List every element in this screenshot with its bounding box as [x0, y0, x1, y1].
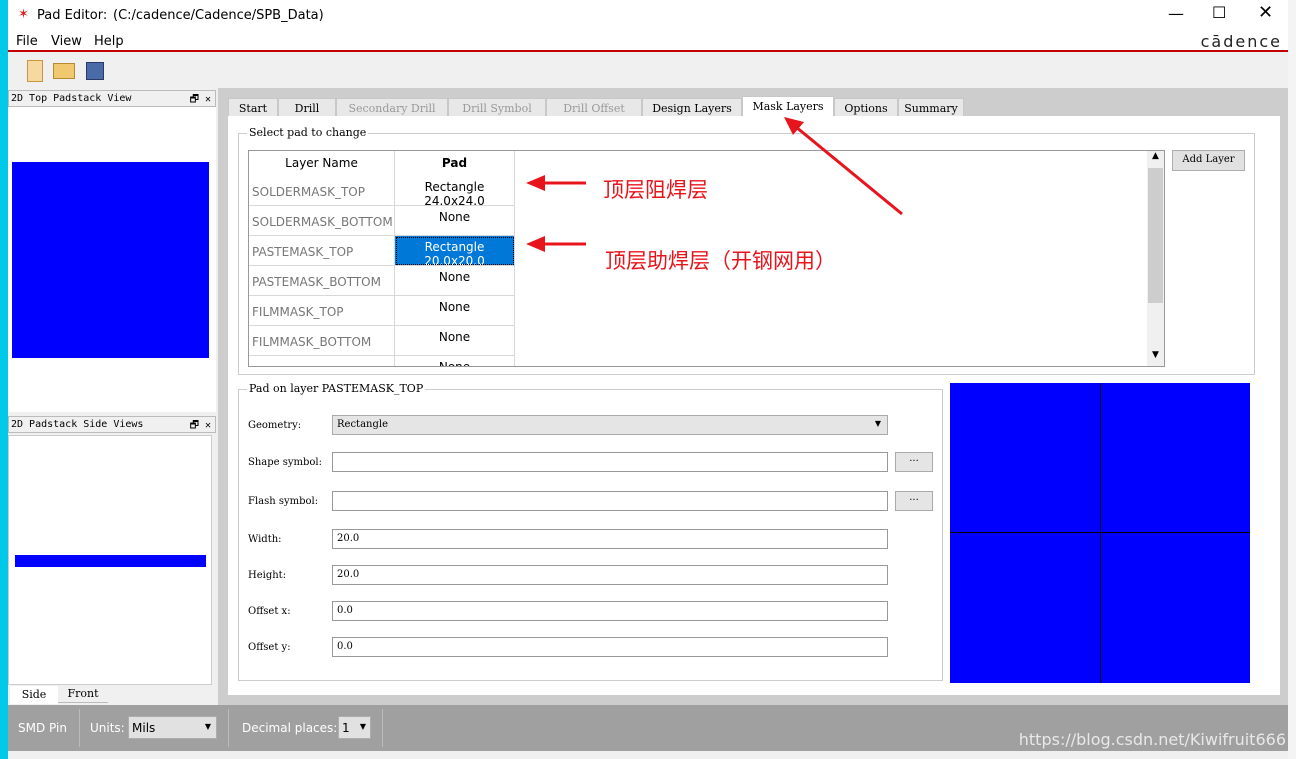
annotation-pastemask: 顶层助焊层（开钢网用）: [605, 249, 836, 273]
arrow-mask-tab: [795, 125, 903, 216]
annotation-soldermask: 顶层阻焊层: [603, 178, 708, 202]
annotation-arrows: [526, 117, 903, 252]
